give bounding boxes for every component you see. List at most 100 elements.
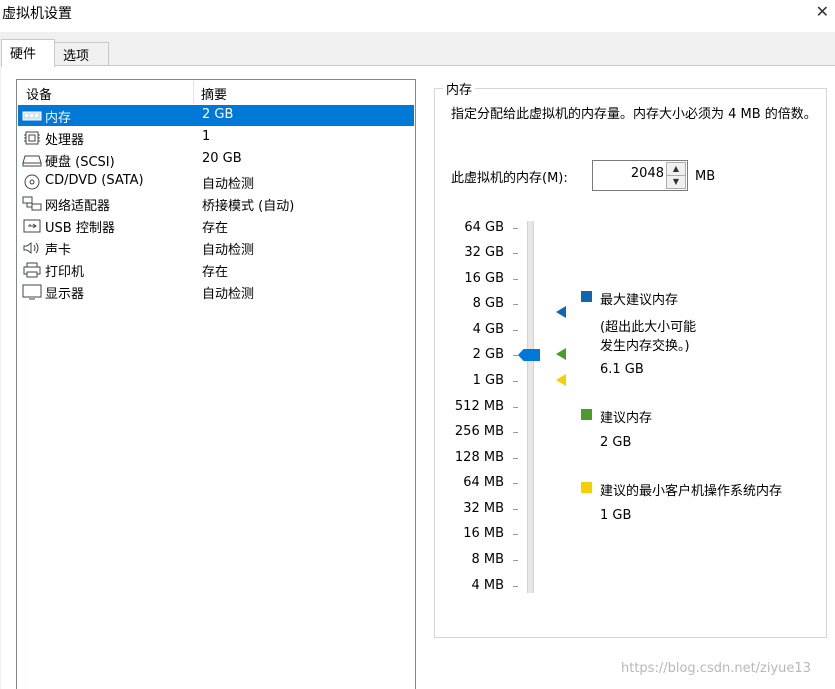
max-recommended-title: 最大建议内存: [600, 293, 679, 308]
scale-tick: [513, 381, 518, 382]
device-name: 处理器: [45, 133, 85, 148]
tab-options[interactable]: 选项: [54, 42, 109, 65]
scale-tick: [513, 330, 518, 331]
tab-hardware-label: 硬件: [10, 47, 37, 62]
memory-value-input[interactable]: 2048: [631, 166, 664, 181]
usb-icon: [23, 219, 41, 233]
scale-tick: [513, 304, 518, 305]
watermark: https://blog.csdn.net/ziyue13: [621, 661, 811, 676]
scale-label: 8 GB: [472, 296, 504, 311]
title-bar: 虚拟机设置 ✕: [0, 0, 835, 32]
device-row-printer[interactable]: 打印机 存在: [18, 259, 414, 280]
tab-options-label: 选项: [63, 49, 90, 64]
memory-icon: [22, 111, 42, 121]
device-summary: 2 GB: [202, 107, 234, 122]
device-summary: 自动检测: [202, 287, 255, 302]
device-list-header: 设备 摘要: [17, 80, 415, 104]
minimum-marker-icon: [556, 374, 566, 386]
scale-label: 32 MB: [463, 501, 504, 516]
scale-label: 32 GB: [464, 245, 504, 260]
spin-up-button[interactable]: ▲: [666, 162, 686, 176]
scale-tick: [513, 407, 518, 408]
scale-label: 1 GB: [472, 373, 504, 388]
scale-label: 4 MB: [471, 578, 504, 593]
scale-tick: [513, 483, 518, 484]
recommended-value: 2 GB: [600, 435, 632, 450]
minimum-title: 建议的最小客户机操作系统内存: [600, 484, 783, 499]
device-summary: 20 GB: [202, 151, 242, 166]
device-row-processor[interactable]: 处理器 1: [18, 127, 414, 148]
scale-label: 64 GB: [464, 220, 504, 235]
processor-icon: [24, 131, 40, 145]
memory-spinbox[interactable]: 2048 ▲ ▼: [592, 160, 688, 191]
device-name: 打印机: [45, 265, 85, 280]
max-recommended-note: (超出此大小可能: [600, 320, 697, 335]
scale-label: 4 GB: [472, 322, 504, 337]
device-row-sound-card[interactable]: 声卡 自动检测: [18, 237, 414, 258]
device-row-network-adapter[interactable]: 网络适配器 桥接模式 (自动): [18, 193, 414, 214]
minimum-swatch-icon: [581, 482, 592, 493]
max-recommended-marker-icon: [556, 306, 566, 318]
column-header-summary[interactable]: 摘要: [201, 84, 227, 103]
device-name: 声卡: [45, 243, 72, 258]
scale-tick: [513, 355, 518, 356]
scale-tick: [513, 560, 518, 561]
network-adapter-icon: [22, 196, 42, 211]
tab-hardware[interactable]: 硬件: [1, 39, 55, 67]
memory-field-label: 此虚拟机的内存(M):: [451, 171, 568, 186]
max-recommended-note: 发生内存交换。): [600, 339, 690, 354]
memory-unit: MB: [695, 169, 716, 184]
device-name: USB 控制器: [45, 221, 115, 236]
scale-label: 64 MB: [463, 475, 504, 490]
scale-label: 16 MB: [463, 526, 504, 541]
recommended-title: 建议内存: [600, 411, 653, 426]
spin-down-button[interactable]: ▼: [666, 175, 686, 189]
down-arrow-icon: ▼: [672, 177, 680, 186]
device-row-usb-controller[interactable]: USB 控制器 存在: [18, 215, 414, 236]
scale-label: 16 GB: [464, 271, 504, 286]
window-title: 虚拟机设置: [2, 6, 72, 22]
scale-tick: [513, 228, 518, 229]
minimum-value: 1 GB: [600, 508, 632, 523]
scale-tick: [513, 534, 518, 535]
max-recommended-swatch-icon: [581, 291, 592, 302]
device-name: 显示器: [45, 287, 85, 302]
device-row-hard-disk[interactable]: 硬盘 (SCSI) 20 GB: [18, 149, 414, 170]
scale-tick: [513, 586, 518, 587]
device-name: 网络适配器: [45, 199, 111, 214]
column-divider[interactable]: [193, 81, 194, 103]
memory-description: 指定分配给此虚拟机的内存量。内存大小必须为 4 MB 的倍数。: [451, 107, 817, 122]
scale-label: 256 MB: [454, 424, 504, 439]
scale-tick: [513, 279, 518, 280]
max-recommended-value: 6.1 GB: [600, 362, 644, 377]
sound-card-icon: [23, 242, 39, 254]
column-header-device[interactable]: 设备: [26, 84, 52, 103]
scale-tick: [513, 509, 518, 510]
device-list[interactable]: 设备 摘要 内存 2 GB 处理器 1 硬盘 (SCSI) 20 GB CD/D…: [16, 79, 416, 689]
device-row-memory[interactable]: 内存 2 GB: [18, 105, 414, 126]
scale-label: 512 MB: [454, 399, 504, 414]
memory-group-title: 内存: [443, 79, 476, 98]
scale-label: 2 GB: [472, 347, 504, 362]
hard-disk-icon: [22, 155, 42, 167]
device-row-display[interactable]: 显示器 自动检测: [18, 281, 414, 302]
scale-tick: [513, 253, 518, 254]
device-summary: 桥接模式 (自动): [202, 199, 295, 214]
scale-tick: [513, 432, 518, 433]
device-name: 硬盘 (SCSI): [45, 155, 115, 170]
display-icon: [22, 284, 42, 300]
device-summary: 1: [202, 129, 211, 144]
recommended-marker-icon: [556, 348, 566, 360]
cd-dvd-icon: [24, 174, 40, 190]
close-icon[interactable]: ✕: [816, 2, 829, 21]
device-summary: 自动检测: [202, 177, 255, 192]
scale-label: 8 MB: [471, 552, 504, 567]
device-name: CD/DVD (SATA): [45, 173, 144, 188]
device-row-cd-dvd[interactable]: CD/DVD (SATA) 自动检测: [18, 171, 414, 192]
device-summary: 存在: [202, 221, 229, 236]
scale-tick: [513, 458, 518, 459]
device-name: 内存: [45, 111, 72, 126]
memory-slider-track[interactable]: [527, 221, 534, 593]
up-arrow-icon: ▲: [672, 164, 680, 173]
printer-icon: [23, 262, 41, 278]
